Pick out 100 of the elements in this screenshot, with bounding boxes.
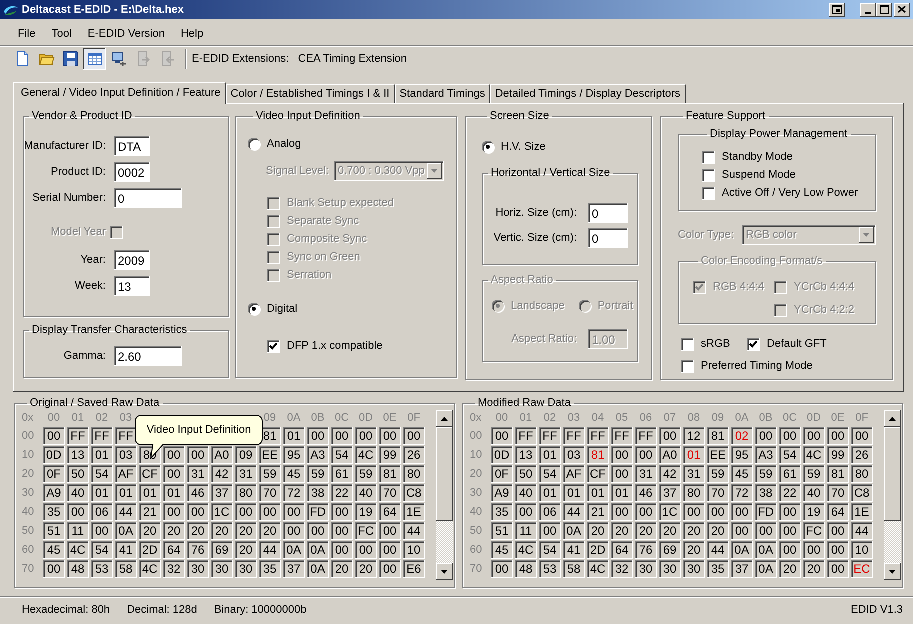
hex-cell: FF xyxy=(611,427,633,445)
hex-cell: 4C xyxy=(67,541,89,559)
hex-cell: 0A xyxy=(115,522,137,540)
hex-cell: EC xyxy=(851,560,873,578)
tab[interactable]: Standard Timings xyxy=(394,84,490,103)
checkbox[interactable] xyxy=(681,338,694,350)
minimize-button[interactable] xyxy=(860,2,876,16)
hex-cell: 59 xyxy=(307,465,329,483)
hex-cell: 70 xyxy=(827,484,849,502)
hex-cell: 21 xyxy=(587,503,609,521)
radio-label: H.V. Size xyxy=(501,141,546,153)
hex-cell: 72 xyxy=(283,484,305,502)
hex-cell: 00 xyxy=(331,503,353,521)
hex-cell: 1C xyxy=(659,503,681,521)
toolbar-button[interactable] xyxy=(83,48,106,70)
text-field[interactable]: 2.60 xyxy=(114,346,182,366)
hex-cell: 95 xyxy=(283,446,305,464)
hex-cell: 4C xyxy=(139,560,161,578)
hex-cell: 20 xyxy=(139,522,161,540)
column-header: 0A xyxy=(734,411,750,426)
field-label: Signal Level: xyxy=(266,165,329,177)
maximize-button[interactable] xyxy=(876,2,892,16)
checkbox[interactable] xyxy=(702,168,715,182)
hex-cell: 58 xyxy=(563,560,585,578)
text-field[interactable]: 0 xyxy=(588,203,628,223)
hex-cell: 81 xyxy=(827,465,849,483)
hex-cell: 31 xyxy=(187,465,209,483)
group-title: Color Encoding Format/s xyxy=(700,255,824,268)
text-field[interactable]: 0 xyxy=(588,228,628,248)
column-header: 08 xyxy=(686,411,702,426)
window-button[interactable] xyxy=(829,2,845,16)
checkbox[interactable] xyxy=(747,338,760,350)
hex-cell: 2D xyxy=(587,541,609,559)
hex-cell: 53 xyxy=(91,560,113,578)
scrollbar[interactable] xyxy=(884,410,901,580)
menu-item[interactable]: Help xyxy=(174,28,213,40)
hex-cell: 22 xyxy=(331,484,353,502)
menu-item[interactable]: E-EDID Version xyxy=(80,28,174,40)
hex-cell: 26 xyxy=(851,446,873,464)
menu-item[interactable]: File xyxy=(11,28,45,40)
hex-cell: 81 xyxy=(379,465,401,483)
tab[interactable]: Detailed Timings / Display Descriptors xyxy=(490,84,686,103)
hex-cell: 38 xyxy=(307,484,329,502)
hex-cell: C8 xyxy=(851,484,873,502)
extensions-value: CEA Timing Extension xyxy=(298,53,408,65)
row-header: 40 xyxy=(22,505,36,520)
checkbox[interactable] xyxy=(267,340,280,352)
hex-cell: 30 xyxy=(235,560,257,578)
hex-cell: 00 xyxy=(779,541,801,559)
row-header: 70 xyxy=(470,562,484,577)
radio-label: Analog xyxy=(267,138,302,150)
text-field[interactable]: 0002 xyxy=(114,162,150,182)
text-field[interactable]: 2009 xyxy=(114,250,150,270)
hex-cell: 09 xyxy=(235,446,257,464)
radio-button[interactable] xyxy=(248,138,260,150)
radio-button[interactable] xyxy=(248,303,260,315)
column-header: 0E xyxy=(830,411,846,426)
scroll-down-button[interactable] xyxy=(884,563,901,580)
hex-cell: 00 xyxy=(851,427,873,445)
hex-cell: A3 xyxy=(755,446,777,464)
hex-cell: 70 xyxy=(707,484,729,502)
hex-cell: FF xyxy=(563,427,585,445)
hex-cell: EE xyxy=(707,446,729,464)
scroll-down-button[interactable] xyxy=(436,563,453,580)
tab[interactable]: General / Video Input Definition / Feature xyxy=(13,82,226,104)
radio-button[interactable] xyxy=(482,141,494,153)
tab[interactable]: Color / Established Timings I & II xyxy=(226,84,395,103)
scroll-up-button[interactable] xyxy=(884,410,901,427)
hex-cell: 64 xyxy=(379,503,401,521)
hex-cell: 70 xyxy=(379,484,401,502)
hex-cell: E6 xyxy=(403,560,425,578)
hex-cell: 44 xyxy=(707,541,729,559)
checkbox[interactable] xyxy=(681,360,694,372)
hex-cell: 20 xyxy=(707,522,729,540)
hex-cell: 99 xyxy=(827,446,849,464)
hex-cell: 00 xyxy=(779,522,801,540)
column-header: 09 xyxy=(710,411,726,426)
checkbox[interactable] xyxy=(702,150,715,164)
scroll-thumb[interactable] xyxy=(884,427,901,521)
text-field[interactable]: DTA xyxy=(114,136,150,156)
hex-cell: 01 xyxy=(587,484,609,502)
field-label: Model Year xyxy=(50,226,106,238)
hex-cell: 30 xyxy=(187,560,209,578)
close-button[interactable] xyxy=(894,2,910,16)
text-field[interactable]: 0 xyxy=(114,188,182,208)
hex-cell: 00 xyxy=(779,427,801,445)
checkbox[interactable] xyxy=(702,186,715,200)
hex-cell: A0 xyxy=(659,446,681,464)
hex-cell: 20 xyxy=(331,560,353,578)
close-icon xyxy=(898,6,906,13)
text-field[interactable]: 13 xyxy=(114,276,150,296)
hex-cell: 59 xyxy=(355,465,377,483)
scroll-thumb[interactable] xyxy=(436,427,453,521)
hex-cell: 20 xyxy=(803,560,825,578)
scroll-up-button[interactable] xyxy=(436,410,453,427)
hex-cell: 54 xyxy=(779,446,801,464)
hex-cell: 54 xyxy=(91,541,113,559)
hex-cell: 22 xyxy=(779,484,801,502)
menu-item[interactable]: Tool xyxy=(44,28,81,40)
scrollbar[interactable] xyxy=(436,410,453,580)
